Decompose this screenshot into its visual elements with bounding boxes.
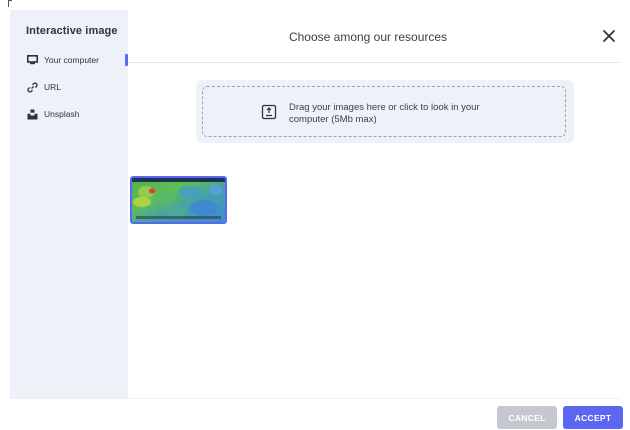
unsplash-icon — [26, 108, 38, 120]
monitor-icon — [26, 54, 38, 66]
close-button[interactable] — [600, 27, 618, 45]
sidebar-item-url[interactable]: URL — [26, 80, 61, 94]
sidebar: Interactive image Your computer URL Unsp… — [10, 10, 128, 398]
weather-map-image — [132, 178, 225, 222]
corner-mark — [8, 0, 12, 7]
active-tab-indicator — [125, 54, 128, 66]
sidebar-title: Interactive image — [26, 25, 118, 37]
sidebar-item-label: Unsplash — [44, 109, 80, 119]
dropzone-text-line1: Drag your images here or click to look i… — [289, 102, 480, 113]
header-divider — [128, 62, 620, 63]
sidebar-item-label: URL — [44, 82, 62, 92]
close-icon — [603, 30, 615, 42]
dropzone-text-line2: computer (5Mb max) — [289, 114, 377, 125]
cancel-button[interactable]: CANCEL — [497, 406, 557, 429]
dropzone-container: Drag your images here or click to look i… — [196, 80, 574, 143]
link-icon — [26, 81, 38, 93]
sidebar-item-label: Your computer — [44, 55, 99, 65]
dropzone-text: Drag your images here or click to look i… — [289, 102, 519, 126]
sidebar-item-unsplash[interactable]: Unsplash — [26, 107, 79, 121]
image-thumbnail[interactable] — [130, 176, 227, 224]
accept-button[interactable]: ACCEPT — [563, 406, 623, 429]
dialog-title: Choose among our resources — [288, 30, 448, 44]
modal-dialog: Interactive image Your computer URL Unsp… — [0, 0, 630, 430]
sidebar-item-your-computer[interactable]: Your computer — [26, 53, 99, 67]
upload-icon — [261, 104, 277, 120]
footer-divider — [10, 398, 620, 399]
upload-dropzone[interactable]: Drag your images here or click to look i… — [202, 86, 566, 137]
